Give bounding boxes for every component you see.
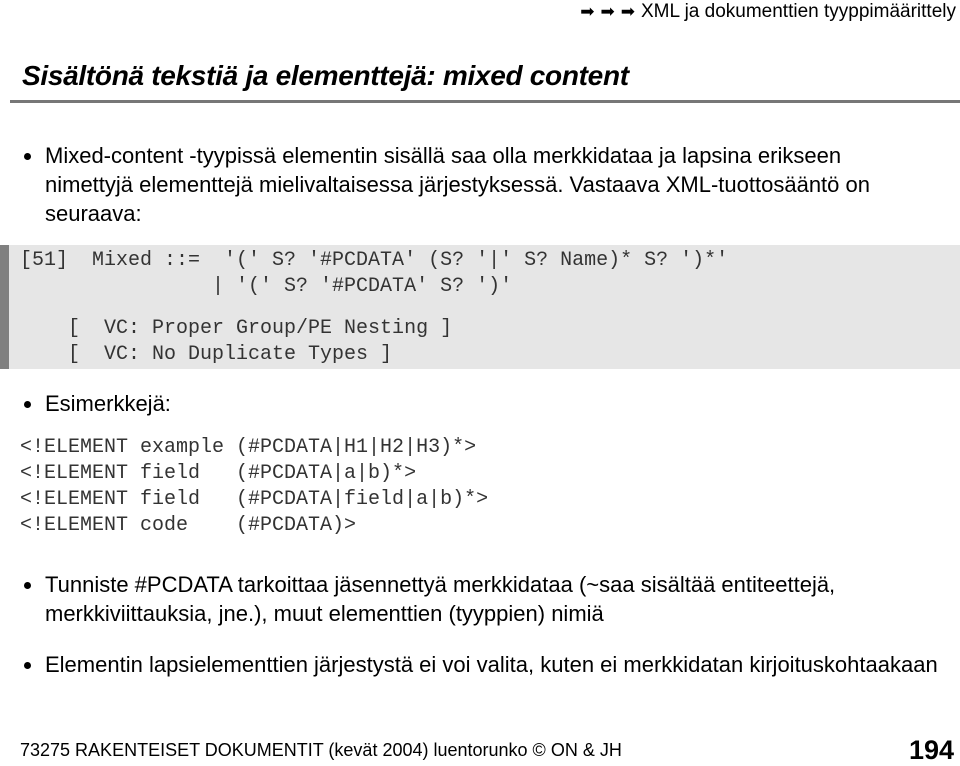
bullet-icon <box>24 153 31 160</box>
page-number: 194 <box>908 735 954 765</box>
example-code: <!ELEMENT example (#PCDATA|H1|H2|H3)*> <… <box>20 435 488 539</box>
header-text: XML ja dokumenttien tyyppimäärittely <box>640 1 956 22</box>
bullet-text: Tunniste #PCDATA tarkoittaa jäsennettyä … <box>45 572 836 626</box>
example-line: <!ELEMENT field (#PCDATA|field|a|b)*> <box>20 488 489 511</box>
arrow-right-icon: ➡ <box>600 2 615 21</box>
example-line: <!ELEMENT code (#PCDATA)> <box>20 514 357 537</box>
bullet-text: Elementin lapsielementtien järjestystä e… <box>45 652 938 677</box>
production-line: | '(' S? '#PCDATA' S? ')' <box>20 275 513 298</box>
bullet-item: Elementin lapsielementtien järjestystä e… <box>24 650 944 679</box>
slide-title: Sisältönä tekstiä ja elementtejä: mixed … <box>22 60 629 91</box>
slide-header: ➡ ➡ ➡ XML ja dokumenttien tyyppimääritte… <box>580 0 956 24</box>
example-line: <!ELEMENT field (#PCDATA|a|b)*> <box>20 462 417 485</box>
bullet-text: Mixed-content -tyypissä elementin sisäll… <box>45 143 870 226</box>
production-line: [ VC: No Duplicate Types ] <box>20 343 393 366</box>
bullet-item: Mixed-content -tyypissä elementin sisäll… <box>24 141 924 228</box>
bullet-text: Esimerkkejä: <box>45 391 171 416</box>
bullet-icon <box>24 582 31 589</box>
title-divider <box>10 100 960 103</box>
bullet-icon <box>24 401 31 408</box>
code-box-bar <box>0 245 9 369</box>
example-line: <!ELEMENT example (#PCDATA|H1|H2|H3)*> <box>20 436 477 459</box>
bullet-item: Tunniste #PCDATA tarkoittaa jäsennettyä … <box>24 570 944 628</box>
production-line: [51] Mixed ::= '(' S? '#PCDATA' (S? '|' … <box>20 249 729 272</box>
bullet-icon <box>24 662 31 669</box>
slide-footer: 73275 RAKENTEISET DOKUMENTIT (kevät 2004… <box>20 740 622 760</box>
production-rule-box: [51] Mixed ::= '(' S? '#PCDATA' (S? '|' … <box>0 245 960 369</box>
bullet-item: Esimerkkejä: <box>24 389 171 418</box>
production-line: [ VC: Proper Group/PE Nesting ] <box>20 317 453 340</box>
arrow-right-icon: ➡ <box>580 2 595 21</box>
arrow-right-icon: ➡ <box>620 2 635 21</box>
